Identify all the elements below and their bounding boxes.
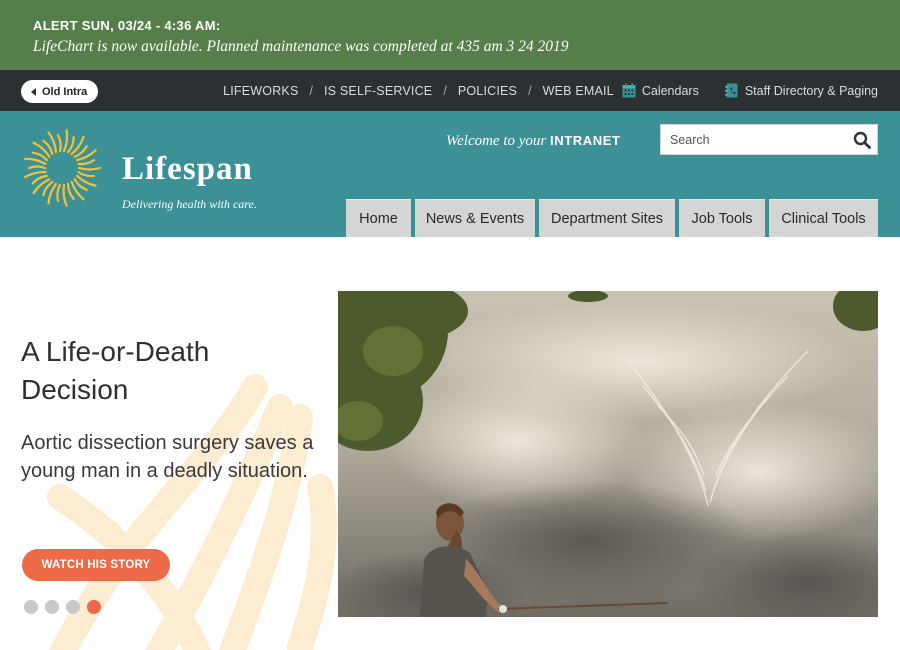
link-separator: / [309, 83, 313, 98]
sun-ray [56, 134, 62, 153]
sun-logo-icon[interactable] [22, 128, 102, 208]
tab-department-sites[interactable]: Department Sites [539, 199, 675, 237]
site-header: Lifespan Delivering health with care. We… [0, 111, 900, 237]
link-policies[interactable]: POLICIES [458, 84, 517, 98]
sun-ray [77, 171, 96, 178]
sun-ray [66, 136, 75, 154]
sun-ray [77, 166, 102, 171]
link-separator: / [443, 83, 447, 98]
sun-ray [62, 183, 68, 207]
utility-bar: Old Intra LIFEWORKS / IS SELF-SERVICE / … [0, 70, 900, 111]
welcome-intranet: INTRANET [550, 133, 621, 148]
carousel-dot-1[interactable] [24, 600, 38, 614]
carousel-dot-2[interactable] [45, 600, 59, 614]
main-nav: Home News & Events Department Sites Job … [346, 199, 878, 237]
alert-title: ALERT SUN, 03/24 - 4:36 AM: [33, 18, 221, 33]
carousel-dot-3[interactable] [66, 600, 80, 614]
tab-home[interactable]: Home [346, 199, 411, 237]
hero-carousel: A Life-or-Death Decision Aortic dissecti… [0, 237, 900, 650]
tab-job-tools[interactable]: Job Tools [679, 199, 765, 237]
search-icon[interactable] [847, 125, 877, 154]
old-intra-button[interactable]: Old Intra [21, 80, 99, 103]
old-intra-label: Old Intra [42, 85, 88, 98]
sun-ray [76, 174, 97, 187]
search-box [660, 124, 878, 155]
sun-ray [47, 182, 58, 205]
brand-name[interactable]: Lifespan [122, 151, 253, 188]
alert-banner: ALERT SUN, 03/24 - 4:36 AM: LifeChart is… [0, 0, 900, 70]
hero-subtitle: Aortic dissection surgery saves a young … [21, 432, 314, 482]
welcome-text: Welcome to your INTRANET [446, 133, 621, 150]
link-staff-directory[interactable]: Staff Directory & Paging [724, 83, 878, 98]
welcome-prefix: Welcome to your [446, 133, 547, 149]
sun-ray [62, 129, 69, 153]
carousel-dots [24, 600, 101, 614]
utility-links: LIFEWORKS / IS SELF-SERVICE / POLICIES /… [223, 70, 878, 111]
sun-ray [24, 157, 47, 165]
link-web-email[interactable]: WEB EMAIL [543, 84, 614, 98]
sun-ray [77, 159, 96, 166]
calendars-label: Calendars [641, 83, 699, 98]
link-calendars[interactable]: Calendars [622, 83, 699, 98]
carousel-dot-4[interactable] [87, 600, 101, 614]
watch-story-button[interactable]: WATCH HIS STORY [22, 549, 170, 581]
tab-clinical-tools[interactable]: Clinical Tools [769, 199, 878, 237]
calendar-icon [622, 83, 636, 98]
alert-message: LifeChart is now available. Planned main… [33, 38, 569, 55]
tab-news-events[interactable]: News & Events [415, 199, 535, 237]
tagline-text: Delivering health with care. [122, 197, 257, 211]
back-arrow-icon [31, 87, 36, 96]
brand-tagline: Delivering health with care. [122, 197, 257, 212]
staff-directory-label: Staff Directory & Paging [744, 83, 878, 98]
sun-ray [27, 165, 47, 170]
sun-ray [56, 183, 62, 202]
link-separator: / [528, 83, 532, 98]
search-input[interactable] [661, 125, 847, 154]
hero-title: A Life-or-Death Decision [21, 336, 210, 405]
hero-photo[interactable] [338, 291, 878, 617]
phone-book-icon [724, 83, 739, 98]
link-is-self-service[interactable]: IS SELF-SERVICE [324, 84, 432, 98]
link-lifeworks[interactable]: LIFEWORKS [223, 84, 298, 98]
